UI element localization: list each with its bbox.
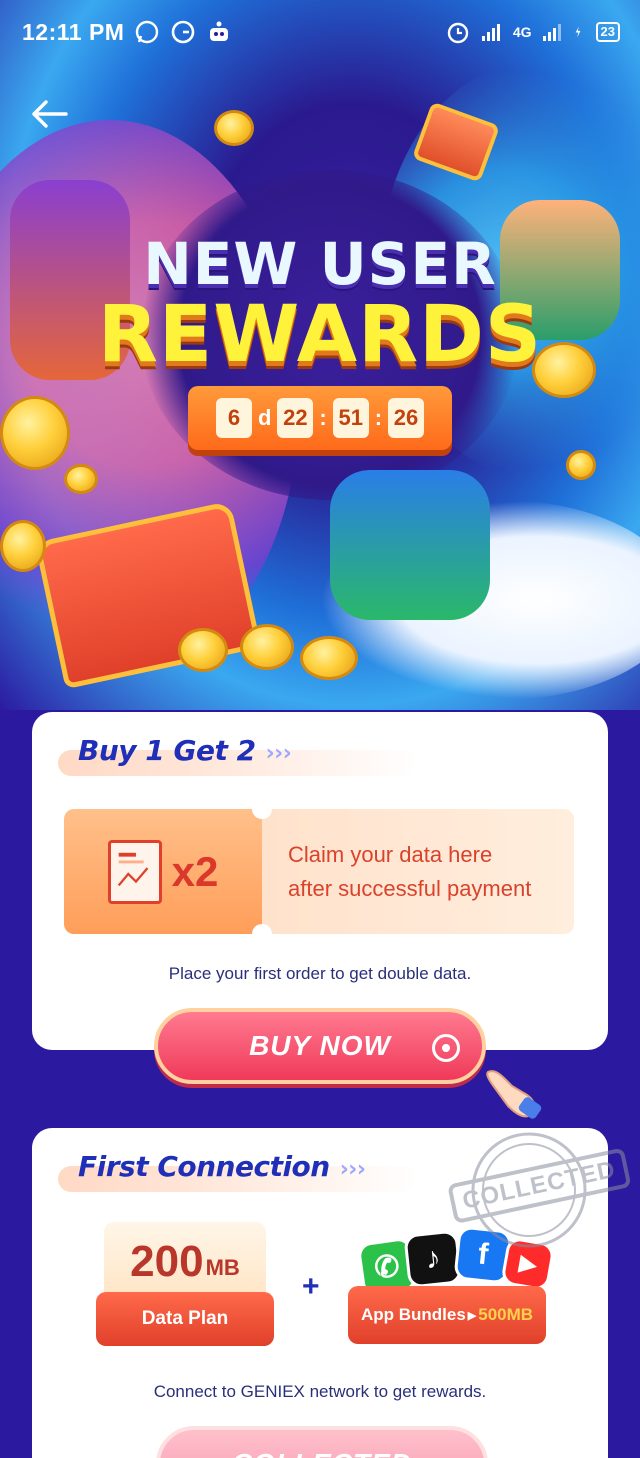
app-bundle-label: App Bundles ▶ 500MB [348, 1286, 546, 1344]
countdown-days-unit: d [257, 405, 272, 430]
data-plan-ticket: 200 MB Data Plan [96, 1222, 274, 1346]
coin-icon [240, 624, 294, 670]
pointing-hand-icon [486, 1070, 542, 1119]
chevron-right-icon: ››› [265, 741, 292, 766]
coin-icon [0, 520, 46, 572]
connection-title-text: First Connection [78, 1150, 330, 1183]
battery-level: 23 [595, 22, 620, 42]
network-type: 4G [512, 24, 532, 40]
back-arrow-icon[interactable] [28, 92, 72, 136]
buy-offer-description: Place your first order to get double dat… [168, 964, 472, 983]
hero-title-line2: REWARDS [97, 290, 543, 380]
countdown-seconds: 26 [388, 398, 425, 438]
alarm-icon [447, 22, 469, 44]
data-unit: MB [205, 1255, 240, 1280]
countdown-separator: : [374, 405, 383, 430]
plus-sign: + [302, 1270, 320, 1303]
hero-title-line1: NEW USER [143, 230, 497, 298]
claim-text-line2: after successful payment [288, 875, 532, 901]
status-time: 12:11 PM [22, 18, 125, 45]
play-arrow-icon: ▶ [467, 1309, 477, 1322]
connection-title: First Connection ››› [78, 1150, 366, 1183]
target-icon [432, 1034, 460, 1062]
hero-banner: NEW USER REWARDS 6 d 22 : 51 : 26 [0, 0, 640, 710]
signal-icon-2 [542, 24, 561, 41]
chevron-right-icon: ››› [339, 1157, 366, 1182]
whatsapp-icon [136, 20, 159, 44]
charging-icon [575, 26, 580, 38]
bundle-extra-data: 500MB [478, 1305, 534, 1324]
claim-text-line1: Claim your data here [288, 841, 493, 867]
ticket-left: x2 [64, 809, 272, 934]
runner-illustration [330, 470, 490, 620]
status-bar: 12:11 PM 4G 23 [0, 0, 640, 64]
countdown-timer: 6 d 22 : 51 : 26 [188, 386, 452, 450]
coin-icon [64, 464, 98, 494]
robot-icon [210, 21, 229, 41]
document-chart-icon [107, 839, 162, 904]
coin-icon [566, 450, 596, 480]
collected-button[interactable]: COLLECTED [156, 1426, 488, 1458]
collected-button-label: COLLECTED [232, 1448, 412, 1458]
buy-now-button[interactable]: BUY NOW [154, 1008, 486, 1084]
coin-icon [178, 628, 228, 672]
countdown-minutes: 51 [332, 398, 369, 438]
geniex-icon [172, 20, 195, 44]
ticket-right: Claim your data here after successful pa… [262, 809, 574, 934]
connection-description: Connect to GENIEX network to get rewards… [153, 1382, 487, 1401]
coin-icon [0, 396, 70, 470]
buy-offer-title-text: Buy 1 Get 2 [78, 734, 256, 767]
countdown-hours: 22 [277, 398, 314, 438]
double-data-ticket: x2 Claim your data here after successful… [64, 809, 574, 934]
countdown-separator: : [319, 405, 327, 430]
data-plan-amount-box: 200 MB [104, 1222, 266, 1302]
data-plan-label: Data Plan [96, 1292, 274, 1346]
bundle-label: App Bundles [360, 1305, 466, 1324]
buy-offer-card: Buy 1 Get 2 ››› x2 Claim your data here a… [32, 712, 608, 1050]
multiplier-label: x2 [171, 847, 219, 895]
countdown-days: 6 [215, 398, 252, 438]
coin-icon [214, 110, 254, 146]
data-amount: 200 [130, 1237, 204, 1286]
coin-icon [300, 636, 358, 680]
signal-icon [481, 24, 500, 41]
buy-now-label: BUY NOW [249, 1030, 391, 1061]
buy-offer-title: Buy 1 Get 2 ››› [78, 734, 292, 767]
